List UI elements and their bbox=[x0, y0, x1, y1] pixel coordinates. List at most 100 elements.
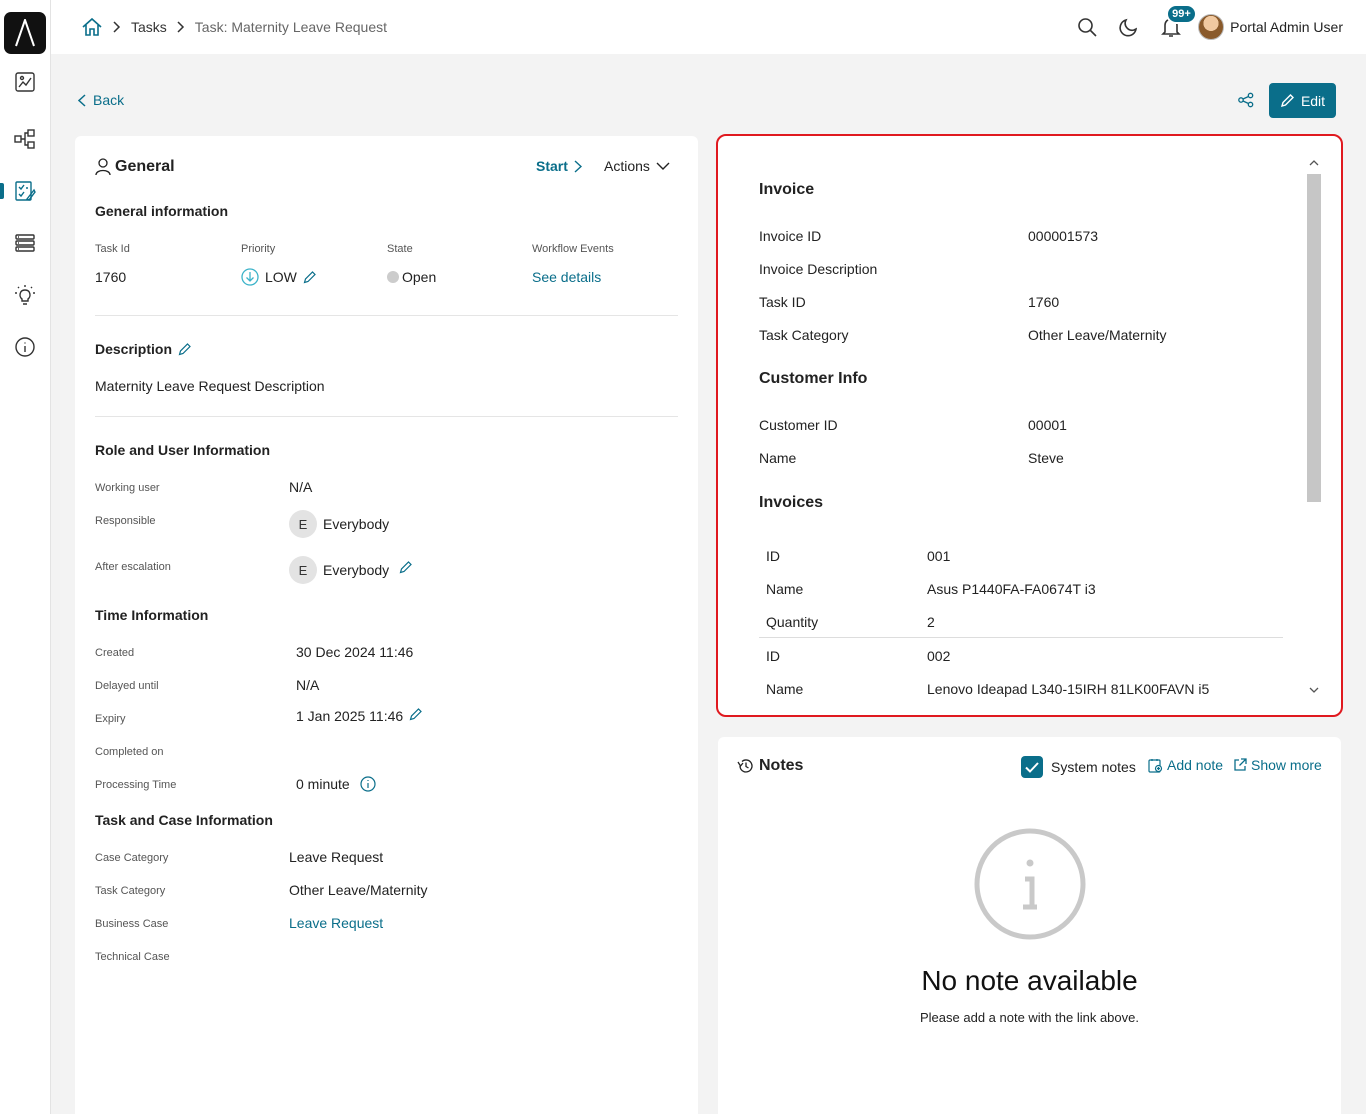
invoice-item-quantity-value: 2 bbox=[927, 614, 935, 630]
responsible-value: E Everybody bbox=[289, 510, 389, 538]
invoice-id-label: Invoice ID bbox=[759, 228, 822, 244]
invoice-panel: Invoice Invoice ID 000001573 Invoice Des… bbox=[716, 134, 1343, 717]
show-more-link[interactable]: Show more bbox=[1233, 757, 1322, 773]
pencil-icon[interactable] bbox=[409, 707, 423, 721]
general-card: General Start Actions General informatio… bbox=[75, 136, 698, 1114]
avatar[interactable] bbox=[1198, 14, 1225, 40]
checkbox-checked-icon[interactable] bbox=[1021, 756, 1043, 778]
after-escalation-label: After escalation bbox=[95, 561, 171, 573]
customer-name-value: Steve bbox=[1028, 450, 1064, 466]
working-user-label: Working user bbox=[95, 482, 160, 494]
chevron-right-icon bbox=[113, 21, 121, 33]
priority-label: Priority bbox=[241, 243, 276, 255]
invoices-heading: Invoices bbox=[759, 494, 824, 511]
tasks-icon[interactable] bbox=[11, 177, 39, 205]
scroll-up-arrow-icon[interactable] bbox=[1307, 156, 1321, 170]
user-name[interactable]: Portal Admin User bbox=[1230, 19, 1343, 35]
scrollbar-thumb[interactable] bbox=[1307, 174, 1321, 502]
invoice-item-name-value: Lenovo Ideapad L340-15IRH 81LK00FAVN i5 bbox=[927, 681, 1210, 697]
invoice-id-value: 000001573 bbox=[1028, 228, 1099, 244]
invoice-item-quantity-label: Quantity bbox=[766, 614, 819, 630]
general-info-heading: General information bbox=[95, 203, 229, 219]
state-value: Open bbox=[387, 269, 436, 285]
completed-label: Completed on bbox=[95, 746, 164, 758]
processing-text: 0 minute bbox=[296, 776, 350, 792]
scroll-down-arrow-icon[interactable] bbox=[1307, 683, 1321, 697]
empty-info-icon bbox=[973, 827, 1087, 944]
chevron-right-icon bbox=[177, 21, 185, 33]
description-text: Maternity Leave Request Description bbox=[95, 378, 325, 394]
invoice-item-id-label: ID bbox=[766, 648, 780, 664]
pencil-icon[interactable] bbox=[303, 270, 317, 284]
actions-menu[interactable]: Actions bbox=[604, 158, 670, 174]
priority-text: LOW bbox=[265, 269, 297, 285]
workflow-events-label: Workflow Events bbox=[532, 243, 614, 255]
info-icon[interactable] bbox=[360, 776, 376, 792]
history-icon bbox=[737, 759, 753, 773]
after-escalation-value: E Everybody bbox=[289, 556, 413, 584]
share-icon[interactable] bbox=[1238, 92, 1254, 111]
general-title: General bbox=[95, 158, 175, 176]
idea-icon[interactable] bbox=[11, 281, 39, 309]
invoice-item-id-value: 001 bbox=[927, 548, 951, 564]
created-value: 30 Dec 2024 11:46 bbox=[296, 644, 414, 660]
home-icon[interactable] bbox=[81, 17, 103, 37]
back-link[interactable]: Back bbox=[78, 92, 124, 108]
system-notes-checkbox[interactable]: System notes bbox=[1021, 756, 1136, 778]
system-notes-label: System notes bbox=[1051, 759, 1136, 775]
pencil-icon[interactable] bbox=[178, 342, 192, 356]
task-category-value: Other Leave/Maternity bbox=[289, 882, 428, 898]
created-label: Created bbox=[95, 647, 135, 659]
state-dot-icon bbox=[387, 271, 399, 283]
active-indicator bbox=[0, 183, 4, 199]
customer-name-label: Name bbox=[759, 450, 797, 466]
description-heading: Description bbox=[95, 341, 192, 357]
priority-low-icon bbox=[241, 268, 259, 286]
task-category-label: Task Category bbox=[95, 885, 166, 897]
invoice-description-label: Invoice Description bbox=[759, 261, 878, 277]
pencil-icon[interactable] bbox=[399, 560, 413, 574]
delayed-label: Delayed until bbox=[95, 680, 159, 692]
invoice-heading: Invoice bbox=[759, 181, 815, 198]
search-icon[interactable] bbox=[1074, 14, 1100, 40]
empty-state-title: No note available bbox=[921, 965, 1138, 996]
invoice-item-id-value: 002 bbox=[927, 648, 951, 664]
case-heading: Task and Case Information bbox=[95, 812, 273, 828]
edit-button[interactable]: Edit bbox=[1269, 83, 1336, 118]
notification-badge: 99+ bbox=[1166, 4, 1197, 24]
chevron-left-icon bbox=[78, 93, 86, 107]
side-navigation bbox=[0, 0, 51, 1114]
general-title-text: General bbox=[115, 158, 175, 175]
empty-state-subtitle: Please add a note with the link above. bbox=[920, 1010, 1139, 1025]
dashboard-icon[interactable] bbox=[11, 68, 39, 96]
business-case-link[interactable]: Leave Request bbox=[289, 915, 383, 931]
invoice-item-name-value: Asus P1440FA-FA0674T i3 bbox=[927, 581, 1096, 597]
breadcrumb-tasks[interactable]: Tasks bbox=[131, 19, 167, 35]
notes-title: Notes bbox=[737, 757, 803, 775]
back-label: Back bbox=[93, 92, 125, 108]
see-details-link[interactable]: See details bbox=[532, 269, 601, 285]
working-user-value: N/A bbox=[289, 479, 313, 495]
scrollbar[interactable] bbox=[1304, 156, 1322, 698]
add-note-label: Add note bbox=[1167, 757, 1224, 773]
task-id-label: Task Id bbox=[95, 243, 130, 255]
cases-icon[interactable] bbox=[11, 229, 39, 257]
info-icon[interactable] bbox=[11, 333, 39, 361]
add-note-link[interactable]: Add note bbox=[1148, 757, 1223, 773]
process-icon[interactable] bbox=[11, 125, 39, 153]
app-logo[interactable] bbox=[4, 12, 46, 54]
start-button[interactable]: Start bbox=[536, 158, 582, 174]
notification-bell-icon[interactable]: 99+ bbox=[1158, 4, 1197, 40]
time-heading: Time Information bbox=[95, 607, 209, 623]
customer-info-heading: Customer Info bbox=[759, 370, 868, 387]
breadcrumb: Tasks Task: Maternity Leave Request bbox=[81, 17, 387, 37]
avatar: E bbox=[289, 510, 317, 538]
dark-mode-icon[interactable] bbox=[1116, 14, 1142, 40]
processing-label: Processing Time bbox=[95, 779, 177, 791]
top-bar-actions: 99+ Portal Admin User bbox=[1058, 4, 1343, 44]
divider bbox=[759, 637, 1283, 638]
expiry-label: Expiry bbox=[95, 713, 126, 725]
case-category-value: Leave Request bbox=[289, 849, 384, 865]
divider bbox=[95, 416, 678, 417]
role-heading: Role and User Information bbox=[95, 442, 271, 458]
